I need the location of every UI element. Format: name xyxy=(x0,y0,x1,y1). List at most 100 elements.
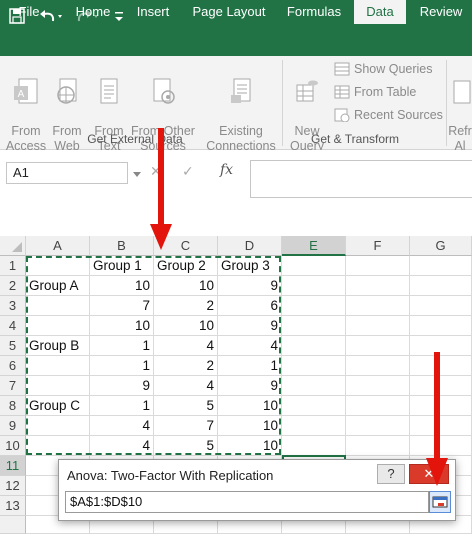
cell-c9[interactable]: 7 xyxy=(154,416,218,436)
cell-a5[interactable]: Group B xyxy=(26,336,90,356)
row-header-10[interactable]: 10 xyxy=(0,436,26,456)
enter-formula-icon[interactable]: ✓ xyxy=(182,163,194,185)
row-header-12[interactable]: 12 xyxy=(0,476,26,496)
cell-d4[interactable]: 9 xyxy=(218,316,282,336)
cell-c1[interactable]: Group 2 xyxy=(154,256,218,276)
cell-e2[interactable] xyxy=(282,276,346,296)
cell-f7[interactable] xyxy=(346,376,410,396)
cell-g1[interactable] xyxy=(410,256,472,276)
cell-e6[interactable] xyxy=(282,356,346,376)
insert-function-icon[interactable]: fx xyxy=(220,162,233,184)
cell-g4[interactable] xyxy=(410,316,472,336)
cell-d5[interactable]: 4 xyxy=(218,336,282,356)
dialog-help-button[interactable]: ? xyxy=(377,464,405,484)
cell-e8[interactable] xyxy=(282,396,346,416)
cell-a7[interactable] xyxy=(26,376,90,396)
cell-c5[interactable]: 4 xyxy=(154,336,218,356)
cell-b8[interactable]: 1 xyxy=(90,396,154,416)
tab-file[interactable]: File xyxy=(0,0,58,24)
cell-e9[interactable] xyxy=(282,416,346,436)
expand-dialog-button[interactable] xyxy=(429,491,451,513)
cell-d10[interactable]: 10 xyxy=(218,436,282,456)
cell-b9[interactable]: 4 xyxy=(90,416,154,436)
cell-c8[interactable]: 5 xyxy=(154,396,218,416)
cell-f9[interactable] xyxy=(346,416,410,436)
cell-g3[interactable] xyxy=(410,296,472,316)
cell-b1[interactable]: Group 1 xyxy=(90,256,154,276)
tab-home[interactable]: Home xyxy=(64,0,122,24)
cell-c7[interactable]: 4 xyxy=(154,376,218,396)
cell-e4[interactable] xyxy=(282,316,346,336)
recent-sources-button[interactable]: Recent Sources xyxy=(334,108,443,122)
tab-review[interactable]: Review xyxy=(410,0,472,24)
cell-f10[interactable] xyxy=(346,436,410,456)
from-access-button[interactable]: A From Access xyxy=(4,62,48,154)
cell-c4[interactable]: 10 xyxy=(154,316,218,336)
cell-f2[interactable] xyxy=(346,276,410,296)
column-header-a[interactable]: A xyxy=(26,236,90,256)
cell-a8[interactable]: Group C xyxy=(26,396,90,416)
cell-a10[interactable] xyxy=(26,436,90,456)
cell-b2[interactable]: 10 xyxy=(90,276,154,296)
cell-d6[interactable]: 1 xyxy=(218,356,282,376)
row-header-13[interactable]: 13 xyxy=(0,496,26,516)
cell-b6[interactable]: 1 xyxy=(90,356,154,376)
cell-f6[interactable] xyxy=(346,356,410,376)
cell-c6[interactable]: 2 xyxy=(154,356,218,376)
cell-f5[interactable] xyxy=(346,336,410,356)
row-header-3[interactable]: 3 xyxy=(0,296,26,316)
input-range-field[interactable]: $A$1:$D$10 xyxy=(65,491,429,513)
cell-d1[interactable]: Group 3 xyxy=(218,256,282,276)
row-header-7[interactable]: 7 xyxy=(0,376,26,396)
existing-connections-button[interactable]: Existing Connections xyxy=(204,62,278,154)
column-header-f[interactable]: F xyxy=(346,236,410,256)
cell-a9[interactable] xyxy=(26,416,90,436)
tab-data[interactable]: Data xyxy=(354,0,406,24)
cell-e5[interactable] xyxy=(282,336,346,356)
cell-e3[interactable] xyxy=(282,296,346,316)
tab-page-layout[interactable]: Page Layout xyxy=(186,0,272,24)
row-header-6[interactable]: 6 xyxy=(0,356,26,376)
cell-d9[interactable]: 10 xyxy=(218,416,282,436)
column-header-d[interactable]: D xyxy=(218,236,282,256)
cell-f4[interactable] xyxy=(346,316,410,336)
row-header-1[interactable]: 1 xyxy=(0,256,26,276)
row-header-11[interactable]: 11 xyxy=(0,456,26,476)
cell-c3[interactable]: 2 xyxy=(154,296,218,316)
row-header-2[interactable]: 2 xyxy=(0,276,26,296)
cell-b3[interactable]: 7 xyxy=(90,296,154,316)
from-table-button[interactable]: From Table xyxy=(334,85,416,99)
cell-a4[interactable] xyxy=(26,316,90,336)
cell-d3[interactable]: 6 xyxy=(218,296,282,316)
cell-g2[interactable] xyxy=(410,276,472,296)
row-header-8[interactable]: 8 xyxy=(0,396,26,416)
cell-b4[interactable]: 10 xyxy=(90,316,154,336)
name-box[interactable]: A1 xyxy=(6,162,128,184)
cell-a2[interactable]: Group A xyxy=(26,276,90,296)
cell-f1[interactable] xyxy=(346,256,410,276)
cell-d8[interactable]: 10 xyxy=(218,396,282,416)
column-header-g[interactable]: G xyxy=(410,236,472,256)
column-header-b[interactable]: B xyxy=(90,236,154,256)
cell-a6[interactable] xyxy=(26,356,90,376)
refresh-all-button[interactable]: Refr Al xyxy=(448,62,472,154)
cell-d7[interactable]: 9 xyxy=(218,376,282,396)
cell-e7[interactable] xyxy=(282,376,346,396)
tab-insert[interactable]: Insert xyxy=(124,0,182,24)
cell-a1[interactable] xyxy=(26,256,90,276)
cell-b10[interactable]: 4 xyxy=(90,436,154,456)
cell-b7[interactable]: 9 xyxy=(90,376,154,396)
cell-c10[interactable]: 5 xyxy=(154,436,218,456)
tab-formulas[interactable]: Formulas xyxy=(278,0,350,24)
cell-f3[interactable] xyxy=(346,296,410,316)
cell-d2[interactable]: 9 xyxy=(218,276,282,296)
column-header-e[interactable]: E xyxy=(282,236,346,256)
cell-b5[interactable]: 1 xyxy=(90,336,154,356)
cell-a3[interactable] xyxy=(26,296,90,316)
select-all-corner[interactable] xyxy=(0,236,26,256)
row-header-14[interactable] xyxy=(0,516,26,534)
show-queries-button[interactable]: Show Queries xyxy=(334,62,433,76)
formula-input[interactable] xyxy=(250,160,472,198)
row-header-9[interactable]: 9 xyxy=(0,416,26,436)
row-header-5[interactable]: 5 xyxy=(0,336,26,356)
